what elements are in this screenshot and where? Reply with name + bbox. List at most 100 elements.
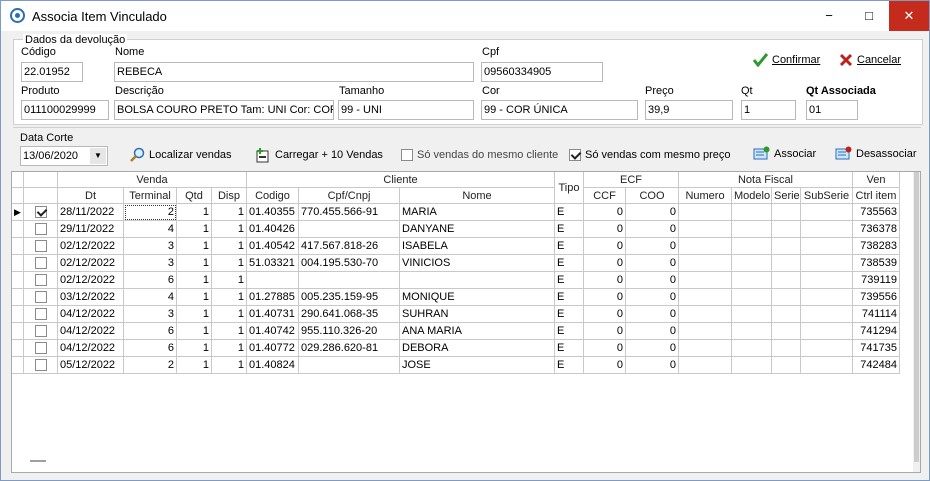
cell-qtd: 1 <box>177 255 212 272</box>
row-checkbox[interactable] <box>34 223 47 236</box>
cell-nome: VINICIOS <box>400 255 555 272</box>
column-header-ctrl[interactable]: Ctrl item <box>853 188 900 204</box>
mesmo-preco-checkbox[interactable]: Só vendas com mesmo preço <box>569 149 731 161</box>
qt-associada-field[interactable]: 01 <box>806 100 858 120</box>
column-header-cpf[interactable]: Cpf/Cnpj <box>299 188 400 204</box>
desassociar-label: Desassociar <box>856 147 917 160</box>
column-header-coo[interactable]: COO <box>626 188 679 204</box>
cell-cpf <box>299 272 400 289</box>
row-checkbox-cell[interactable] <box>24 306 58 323</box>
cell-qtd: 1 <box>177 340 212 357</box>
associar-button[interactable]: Associar <box>753 146 816 161</box>
cor-field[interactable]: 99 - COR ÚNICA <box>481 100 638 120</box>
column-header-qtd[interactable]: Qtd <box>177 188 212 204</box>
cell-modelo <box>732 255 772 272</box>
close-button[interactable]: ✕ <box>889 1 929 31</box>
cancelar-button[interactable]: Cancelar <box>839 53 901 67</box>
row-checkbox-cell[interactable] <box>24 255 58 272</box>
app-icon <box>10 8 25 23</box>
row-checkbox-cell[interactable] <box>24 323 58 340</box>
column-header-numero[interactable]: Numero <box>679 188 732 204</box>
scrollbar-thumb[interactable] <box>914 172 919 462</box>
cell-dt: 03/12/2022 <box>58 289 124 306</box>
row-checkbox-cell[interactable] <box>24 340 58 357</box>
data-corte-picker[interactable]: 13/06/2020 ▼ <box>20 146 108 166</box>
row-checkbox-cell[interactable] <box>24 221 58 238</box>
column-header-terminal[interactable]: Terminal <box>124 188 177 204</box>
cell-numero <box>679 204 732 221</box>
mesmo-preco-label: Só vendas com mesmo preço <box>585 149 731 161</box>
cell-modelo <box>732 272 772 289</box>
row-checkbox-cell[interactable] <box>24 357 58 374</box>
minimize-button[interactable]: − <box>809 1 849 31</box>
row-checkbox[interactable] <box>34 359 47 372</box>
chevron-down-icon[interactable]: ▼ <box>90 148 106 164</box>
cell-dt: 04/12/2022 <box>58 306 124 323</box>
localizar-vendas-button[interactable]: Localizar vendas <box>129 147 232 163</box>
nome-field[interactable]: REBECA <box>114 62 474 82</box>
row-checkbox[interactable] <box>34 274 47 287</box>
row-checkbox-cell[interactable] <box>24 238 58 255</box>
column-header-serie[interactable]: Serie <box>772 188 801 204</box>
row-checkbox[interactable] <box>34 291 47 304</box>
cell-subserie <box>801 357 853 374</box>
row-checkbox[interactable] <box>34 308 47 321</box>
row-checkbox[interactable] <box>34 240 47 253</box>
check-header-cell-2 <box>24 188 58 204</box>
column-header-disp[interactable]: Disp <box>212 188 247 204</box>
confirmar-button[interactable]: Confirmar <box>753 53 820 67</box>
column-header-nome[interactable]: Nome <box>400 188 555 204</box>
cell-tipo: E <box>555 306 584 323</box>
cell-qtd: 1 <box>177 323 212 340</box>
devolucao-legend: Dados da devolução <box>23 34 128 46</box>
row-indicator <box>12 238 24 255</box>
row-indicator <box>12 323 24 340</box>
tamanho-field[interactable]: 99 - UNI <box>338 100 474 120</box>
column-header-tipo[interactable]: Tipo <box>555 172 584 204</box>
column-header-modelo[interactable]: Modelo <box>732 188 772 204</box>
row-checkbox[interactable] <box>34 206 47 219</box>
column-header-subserie[interactable]: SubSerie <box>801 188 853 204</box>
cell-ctrl: 741114 <box>853 306 900 323</box>
column-header-codigo[interactable]: Codigo <box>247 188 299 204</box>
maximize-button[interactable]: □ <box>849 1 889 31</box>
cell-ctrl: 739556 <box>853 289 900 306</box>
preco-field[interactable]: 39,9 <box>645 100 733 120</box>
row-checkbox-cell[interactable] <box>24 204 58 221</box>
row-checkbox-cell[interactable] <box>24 289 58 306</box>
cell-modelo <box>732 357 772 374</box>
carregar-vendas-button[interactable]: Carregar + 10 Vendas <box>255 147 383 163</box>
cell-codigo: 01.40542 <box>247 238 299 255</box>
cell-numero <box>679 323 732 340</box>
column-header-dt[interactable]: Dt <box>58 188 124 204</box>
row-checkbox[interactable] <box>34 325 47 338</box>
cell-coo: 0 <box>626 357 679 374</box>
cell-qtd: 1 <box>177 306 212 323</box>
cell-dt: 04/12/2022 <box>58 340 124 357</box>
cpf-field[interactable]: 09560334905 <box>481 62 603 82</box>
cell-ctrl: 736378 <box>853 221 900 238</box>
cell-serie <box>772 306 801 323</box>
row-checkbox[interactable] <box>34 342 47 355</box>
codigo-field[interactable]: 22.01952 <box>21 62 83 82</box>
window-title: Associa Item Vinculado <box>32 9 167 24</box>
cell-serie <box>772 323 801 340</box>
cell-dt: 02/12/2022 <box>58 272 124 289</box>
mesmo-cliente-checkbox[interactable]: Só vendas do mesmo cliente <box>401 149 558 161</box>
column-header-ccf[interactable]: CCF <box>584 188 626 204</box>
row-checkbox-cell[interactable] <box>24 272 58 289</box>
descricao-field[interactable]: BOLSA COURO PRETO Tam: UNI Cor: COR Ú <box>114 100 334 120</box>
cell-nome <box>400 272 555 289</box>
row-indicator <box>12 357 24 374</box>
cell-terminal: 6 <box>124 340 177 357</box>
mesmo-cliente-box[interactable] <box>401 149 413 161</box>
cell-terminal: 3 <box>124 306 177 323</box>
produto-field[interactable]: 011100029999 <box>21 100 109 120</box>
cell-subserie <box>801 306 853 323</box>
cell-qtd: 1 <box>177 289 212 306</box>
vertical-scrollbar[interactable] <box>913 172 920 472</box>
row-checkbox[interactable] <box>34 257 47 270</box>
mesmo-preco-box[interactable] <box>569 149 581 161</box>
desassociar-button[interactable]: Desassociar <box>835 146 917 161</box>
qt-field[interactable]: 1 <box>741 100 796 120</box>
